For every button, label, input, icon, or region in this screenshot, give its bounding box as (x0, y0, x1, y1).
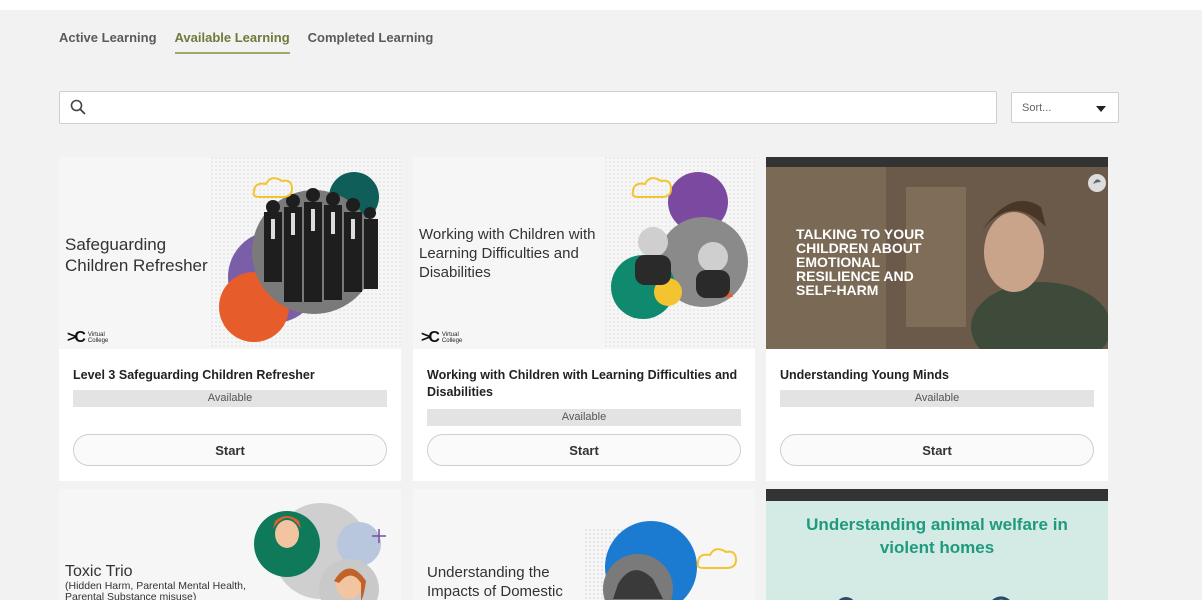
chevron-down-icon (1096, 106, 1106, 112)
course-image-title: TALKING TO YOUR CHILDREN ABOUT EMOTIONAL… (796, 226, 925, 298)
course-image: Understanding animal welfare in violent … (766, 501, 1108, 600)
course-image-subtitle: (Hidden Harm, Parental Mental Health, Pa… (65, 580, 246, 600)
tab-available-learning[interactable]: Available Learning (159, 11, 313, 61)
status-badge: Available (780, 390, 1094, 407)
course-image-title: Toxic Trio (65, 563, 133, 580)
course-image-title: Working with Children with Learning Diff… (419, 226, 596, 281)
search-box (59, 91, 997, 124)
course-image: Safeguarding Children Refresher >C Virtu… (59, 157, 401, 349)
virtual-college-logo: >C Virtual College (67, 329, 109, 346)
tab-active-learning[interactable]: Active Learning (59, 30, 157, 48)
course-card: Understanding the Impacts of Domestic (413, 489, 755, 600)
course-card: Safeguarding Children Refresher >C Virtu… (59, 157, 401, 481)
course-image-title: Understanding the Impacts of Domestic (427, 564, 563, 600)
course-card: Toxic Trio (Hidden Harm, Parental Mental… (59, 489, 401, 600)
tab-completed-learning[interactable]: Completed Learning (308, 30, 434, 48)
learning-tabs: Active Learning Available Learning Compl… (59, 11, 451, 61)
search-input[interactable] (96, 96, 980, 120)
course-image: Understanding the Impacts of Domestic (413, 489, 755, 600)
course-card: Working with Children with Learning Diff… (413, 157, 755, 481)
course-card: Understanding animal welfare in violent … (766, 489, 1108, 600)
start-button[interactable]: Start (73, 434, 387, 466)
start-button[interactable]: Start (427, 434, 741, 466)
search-icon[interactable] (70, 99, 86, 115)
course-card: TALKING TO YOUR CHILDREN ABOUT EMOTIONAL… (766, 157, 1108, 481)
status-badge: Available (73, 390, 387, 407)
course-image: TALKING TO YOUR CHILDREN ABOUT EMOTIONAL… (766, 157, 1108, 349)
course-image: Working with Children with Learning Diff… (413, 157, 755, 349)
sort-selected-value: Sort... (1022, 102, 1052, 114)
status-badge: Available (427, 409, 741, 426)
course-title: Level 3 Safeguarding Children Refresher (73, 368, 315, 382)
start-button[interactable]: Start (780, 434, 1094, 466)
sort-dropdown[interactable]: Sort... (1011, 92, 1119, 123)
virtual-college-logo: >C Virtual College (421, 329, 463, 346)
course-image: Toxic Trio (Hidden Harm, Parental Mental… (59, 489, 401, 600)
course-title: Understanding Young Minds (780, 368, 949, 382)
course-title: Working with Children with Learning Diff… (427, 368, 738, 399)
course-image-title: Safeguarding Children Refresher (65, 235, 208, 275)
course-image-title: Understanding animal welfare in violent … (806, 515, 1068, 557)
